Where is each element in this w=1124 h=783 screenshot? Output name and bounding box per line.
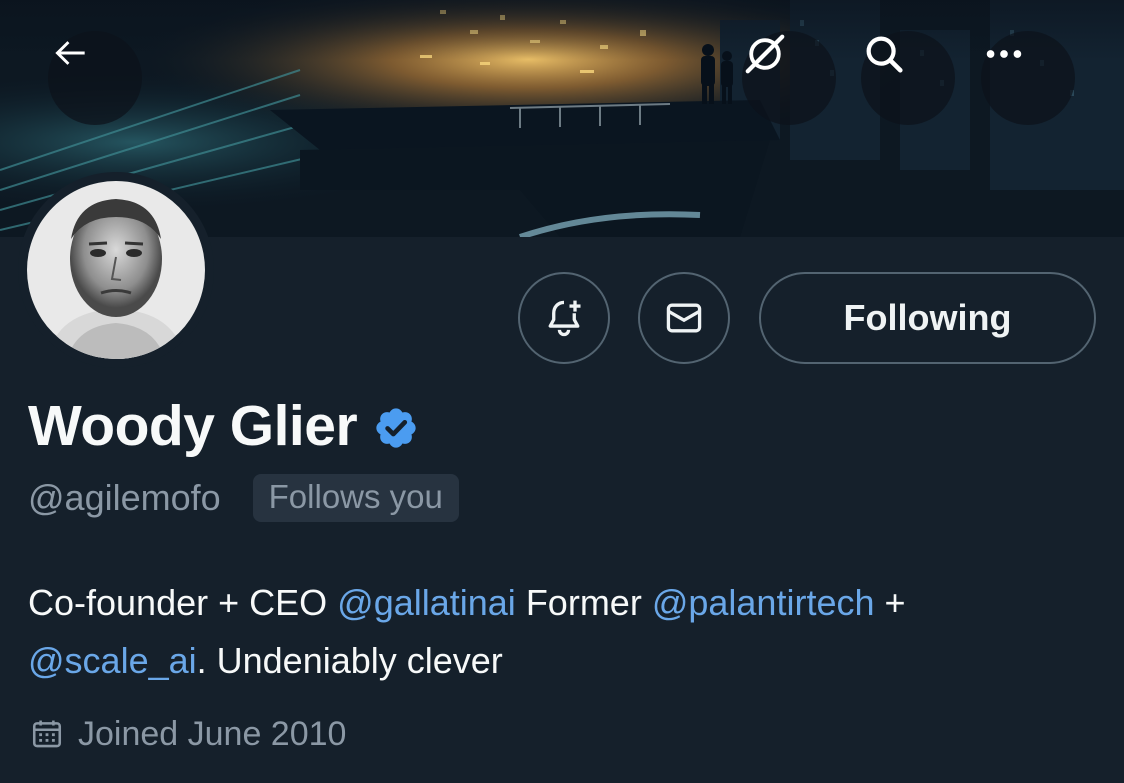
bio-text: +: [874, 582, 906, 623]
following-button-label: Following: [843, 297, 1012, 338]
mention-link[interactable]: @gallatinai: [337, 582, 516, 623]
profile-bio: Co-founder + CEO @gallatinai Former @pal…: [28, 574, 1108, 690]
bio-text: . Undeniably clever: [196, 640, 503, 681]
message-button[interactable]: [638, 272, 730, 364]
grok-icon: [745, 34, 785, 74]
profile-name-row: Woody Glier: [28, 392, 419, 460]
avatar-image: [27, 181, 205, 359]
back-arrow-icon: [55, 41, 85, 65]
user-handle: @agilemofo: [28, 477, 221, 518]
handle-row: @agilemofo Follows you: [28, 474, 459, 522]
mention-link[interactable]: @scale_ai: [28, 640, 197, 681]
more-options-button[interactable]: [981, 31, 1075, 125]
mention-link[interactable]: @palantirtech: [652, 582, 875, 623]
joined-date-row: Joined June 2010: [30, 712, 346, 756]
following-button[interactable]: Following: [759, 272, 1096, 364]
notifications-button[interactable]: [518, 272, 610, 364]
envelope-icon: [666, 303, 702, 333]
more-icon: [986, 50, 1022, 58]
follows-you-badge: Follows you: [252, 474, 459, 522]
calendar-icon: [32, 720, 62, 748]
joined-date: Joined June 2010: [78, 715, 347, 753]
grok-button[interactable]: [742, 31, 836, 125]
back-button[interactable]: [48, 31, 142, 125]
search-icon: [866, 36, 903, 73]
profile-page: Following Woody Glier @agilemofo Follows…: [0, 0, 1124, 783]
display-name: Woody Glier: [28, 394, 358, 458]
profile-avatar[interactable]: [18, 172, 214, 368]
bio-text: Former: [515, 582, 652, 623]
verified-badge-icon[interactable]: [373, 405, 419, 451]
search-button[interactable]: [861, 31, 955, 125]
bell-plus-icon: [548, 300, 581, 337]
bio-text: Co-founder + CEO: [28, 582, 338, 623]
